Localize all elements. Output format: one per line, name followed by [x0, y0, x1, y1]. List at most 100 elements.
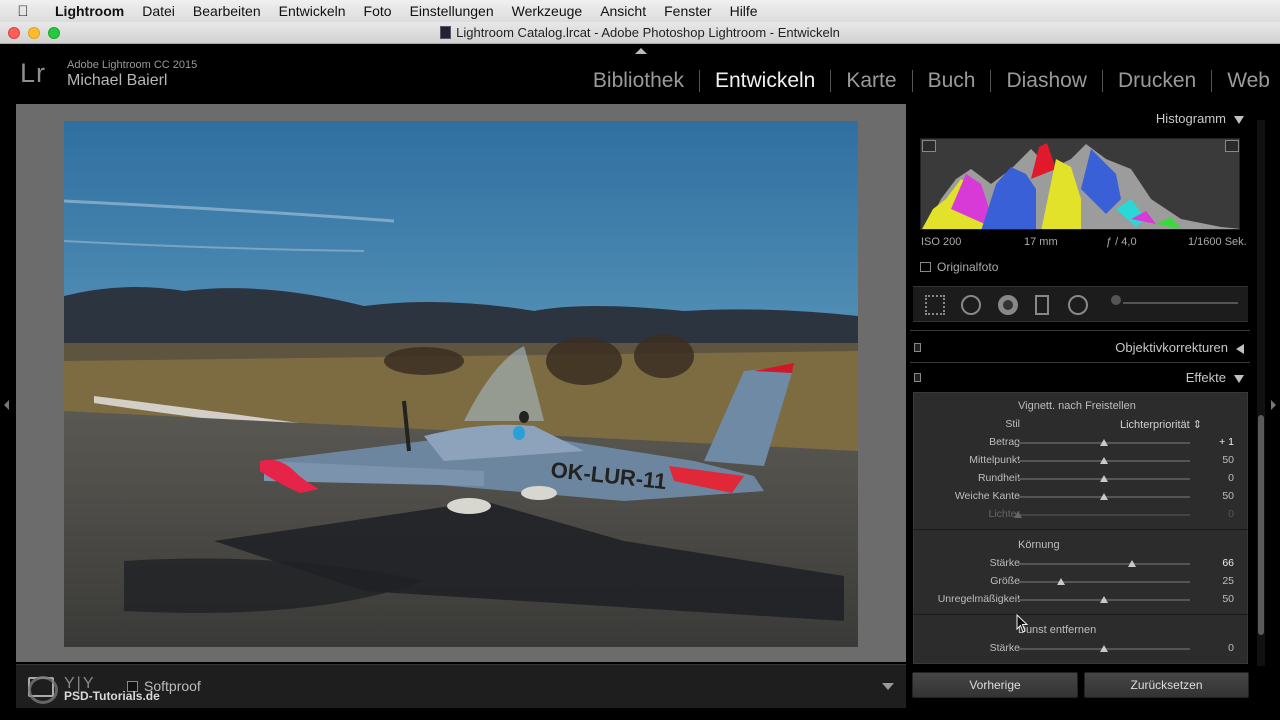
mittelpunkt-value[interactable]: 50 [1200, 454, 1234, 466]
window-titlebar: Lightroom Catalog.lrcat - Adobe Photosho… [0, 22, 1280, 44]
catalog-file-icon [440, 26, 452, 39]
product-name: Adobe Lightroom CC 2015 [67, 59, 198, 71]
image-workspace[interactable]: OK-LUR-11 [16, 104, 906, 662]
minimize-window-button[interactable] [28, 27, 40, 39]
adjustment-brush-icon[interactable] [1111, 295, 1121, 305]
menu-fenster[interactable]: Fenster [655, 3, 720, 19]
watermark: PSD-Tutorials.de [64, 689, 160, 703]
brush-slider[interactable] [1123, 302, 1238, 304]
objektiv-header[interactable]: Objektivkorrekturen [1115, 340, 1244, 355]
dunst-staerke-slider-knob[interactable] [1100, 645, 1108, 652]
mittelpunkt-slider-knob[interactable] [1100, 457, 1108, 464]
module-drucken[interactable]: Drucken [1103, 70, 1213, 92]
radial-filter-icon[interactable] [1068, 295, 1088, 315]
left-panel-edge [0, 102, 16, 710]
koernung-staerke-value[interactable]: 66 [1200, 557, 1234, 569]
histogram-title: Histogramm [1155, 111, 1226, 126]
menu-lightroom[interactable]: Lightroom [46, 3, 133, 19]
module-karte[interactable]: Karte [831, 70, 913, 92]
user-name: Michael Baierl [67, 72, 168, 89]
koernung-staerke-slider-knob[interactable] [1127, 560, 1136, 567]
collapse-top-panel-icon[interactable] [635, 48, 647, 54]
histogram-collapse-icon[interactable] [1234, 115, 1244, 124]
effekte-title: Effekte [1185, 370, 1226, 385]
dunst-staerke-label: Stärke [989, 642, 1020, 654]
module-diashow[interactable]: Diashow [991, 70, 1103, 92]
unregelmaessigkeit-label: Unregelmäßigkeit [937, 593, 1020, 605]
koernung-section-title: Körnung [1018, 539, 1060, 551]
menu-entwickeln[interactable]: Entwickeln [270, 3, 355, 19]
menu-ansicht[interactable]: Ansicht [591, 3, 655, 19]
groesse-slider[interactable] [1018, 581, 1190, 583]
koernung-staerke-label: Stärke [989, 557, 1020, 569]
menubar:  Lightroom Datei Bearbeiten Entwickeln … [0, 0, 1280, 22]
apple-icon[interactable]:  [0, 3, 46, 20]
weiche-kante-slider-knob[interactable] [1100, 493, 1108, 500]
lichter-slider-knob [1014, 511, 1022, 518]
dunst-staerke-value[interactable]: 0 [1200, 642, 1234, 654]
unregelmaessigkeit-slider-knob[interactable] [1100, 596, 1108, 603]
effekte-collapse-icon[interactable] [1234, 374, 1244, 383]
unregelmaessigkeit-value[interactable]: 50 [1200, 593, 1234, 605]
weiche-kante-label: Weiche Kante [954, 490, 1020, 502]
menu-werkzeuge[interactable]: Werkzeuge [503, 3, 592, 19]
photo-image: OK-LUR-11 [64, 121, 858, 647]
module-picker: Bibliothek Entwickeln Karte Buch Diashow… [578, 70, 1280, 92]
menu-datei[interactable]: Datei [133, 3, 184, 19]
graduated-filter-icon[interactable] [1035, 295, 1049, 315]
stil-dropdown[interactable]: Lichterpriorität ⇕ [1120, 418, 1202, 431]
spot-removal-icon[interactable] [961, 295, 981, 315]
lichter-slider [1018, 514, 1190, 516]
toolbar-options-chevron-down-icon[interactable] [882, 683, 894, 690]
effekte-header[interactable]: Effekte [1186, 370, 1244, 385]
menu-hilfe[interactable]: Hilfe [721, 3, 767, 19]
vorherige-button[interactable]: Vorherige [912, 672, 1078, 698]
section-divider [913, 529, 1248, 530]
exif-focal-length: 17 mm [1024, 236, 1058, 248]
objektiv-expand-icon[interactable] [1236, 343, 1244, 354]
section-divider [913, 614, 1248, 615]
effekte-toggle[interactable] [914, 373, 921, 382]
lightroom-logo: Lr [20, 58, 47, 88]
rundheit-value[interactable]: 0 [1200, 472, 1234, 484]
module-web[interactable]: Web [1212, 70, 1280, 92]
photo-airplane[interactable]: OK-LUR-11 [64, 121, 858, 647]
psd-tutorials-logo [28, 676, 58, 704]
crop-icon[interactable] [925, 295, 945, 315]
histogram-header[interactable]: Histogramm [1156, 111, 1244, 126]
module-buch[interactable]: Buch [913, 70, 992, 92]
groesse-label: Größe [990, 575, 1020, 587]
exif-shutter: 1/1600 Sek. [1188, 236, 1247, 248]
right-panel-scrollbar-thumb[interactable] [1258, 415, 1264, 635]
stil-label: Stil [1005, 418, 1020, 430]
collapse-right-panel-icon[interactable] [1271, 400, 1276, 410]
betrag-slider-knob[interactable] [1100, 439, 1108, 446]
originalfoto-label: Originalfoto [937, 260, 999, 274]
exif-aperture: ƒ / 4,0 [1106, 236, 1137, 248]
weiche-kante-value[interactable]: 50 [1200, 490, 1234, 502]
originalfoto-checkbox[interactable] [920, 262, 931, 272]
vignette-section-title: Vignett. nach Freistellen [1018, 400, 1136, 412]
red-eye-icon[interactable] [998, 295, 1018, 315]
groesse-slider-knob[interactable] [1057, 578, 1065, 585]
betrag-value[interactable]: + 1 [1200, 436, 1234, 448]
zoom-window-button[interactable] [48, 27, 60, 39]
panel-separator [910, 362, 1250, 363]
objektiv-title: Objektivkorrekturen [1115, 340, 1228, 355]
menu-einstellungen[interactable]: Einstellungen [401, 3, 503, 19]
objektiv-toggle[interactable] [914, 343, 921, 352]
menu-foto[interactable]: Foto [355, 3, 401, 19]
histogram-svg [922, 143, 1239, 229]
module-bibliothek[interactable]: Bibliothek [578, 70, 700, 92]
histogram-graph[interactable] [920, 138, 1240, 230]
module-entwickeln[interactable]: Entwickeln [700, 70, 832, 92]
rundheit-slider-knob[interactable] [1100, 475, 1108, 482]
koernung-staerke-slider[interactable] [1018, 563, 1190, 565]
close-window-button[interactable] [8, 27, 20, 39]
groesse-value[interactable]: 25 [1200, 575, 1234, 587]
shadow-clipping-button[interactable] [922, 140, 936, 152]
expand-left-panel-icon[interactable] [4, 400, 9, 410]
menu-bearbeiten[interactable]: Bearbeiten [184, 3, 270, 19]
highlight-clipping-button[interactable] [1225, 140, 1239, 152]
zuruecksetzen-button[interactable]: Zurücksetzen [1084, 672, 1249, 698]
